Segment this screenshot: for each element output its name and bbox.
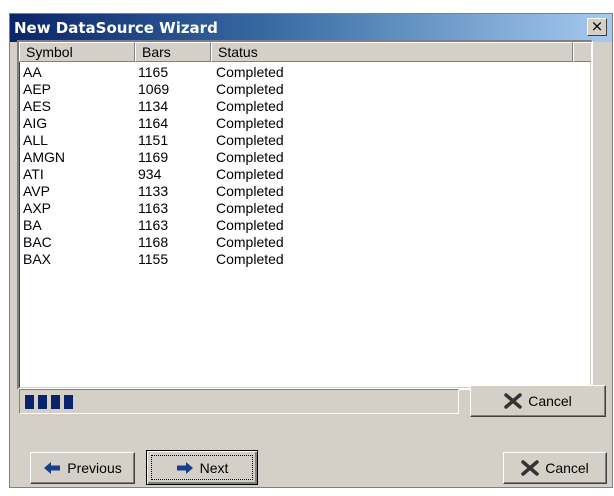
column-header-symbol[interactable]: Symbol [19, 42, 135, 62]
window-title: New DataSource Wizard [14, 19, 218, 37]
symbol-cell: ALL [23, 132, 48, 148]
status-cell: Completed [216, 200, 284, 216]
symbol-cell: AVP [23, 183, 50, 199]
status-cell: Completed [216, 132, 284, 148]
table-row[interactable]: BAC 1168 Completed [19, 234, 579, 251]
status-cell: Completed [216, 234, 284, 250]
status-cell: Completed [216, 98, 284, 114]
bars-cell: 1169 [138, 149, 169, 165]
table-row[interactable]: AMGN 1169 Completed [19, 149, 579, 166]
symbol-cell: AXP [23, 200, 52, 216]
bars-cell: 934 [138, 166, 162, 182]
symbol-cell: BAX [23, 251, 52, 267]
table-row[interactable]: BA 1163 Completed [19, 217, 579, 234]
previous-label: Previous [67, 460, 122, 476]
bars-cell: 1165 [138, 64, 169, 80]
next-label: Next [199, 459, 229, 476]
list-rows: AA 1165 Completed AEP 1069 Completed AES 1134 Co… [19, 64, 579, 268]
symbol-cell: ATI [23, 166, 44, 182]
status-cell: Completed [216, 251, 284, 267]
close-icon: × [590, 17, 604, 35]
progress-block [38, 395, 47, 409]
bars-cell: 1069 [138, 81, 170, 97]
progress-cancel-button[interactable]: Cancel [470, 385, 606, 417]
close-button[interactable]: × [587, 18, 607, 36]
symbol-cell: AA [23, 64, 42, 80]
progress-block [51, 395, 60, 409]
progress-cancel-label: Cancel [528, 393, 572, 409]
symbol-cell: BA [23, 217, 42, 233]
bars-cell: 1163 [138, 217, 169, 233]
status-cell: Completed [216, 166, 284, 182]
bars-cell: 1134 [138, 98, 169, 114]
column-header-filler [573, 42, 591, 62]
arrow-left-icon [43, 460, 61, 476]
symbol-cell: AMGN [23, 149, 65, 165]
table-row[interactable]: AES 1134 Completed [19, 98, 579, 115]
cancel-label: Cancel [545, 460, 589, 476]
table-row[interactable]: ALL 1151 Completed [19, 132, 579, 149]
x-icon [504, 393, 522, 409]
x-icon [521, 460, 539, 476]
symbol-cell: AIG [23, 115, 48, 131]
table-row[interactable]: AA 1165 Completed [19, 64, 579, 81]
table-row[interactable]: ATI 934 Completed [19, 166, 579, 183]
status-cell: Completed [216, 81, 284, 97]
bars-cell: 1151 [138, 132, 169, 148]
progress-bar [19, 389, 459, 414]
table-row[interactable]: AEP 1069 Completed [19, 81, 579, 98]
bars-cell: 1168 [138, 234, 169, 250]
status-cell: Completed [216, 217, 284, 233]
bars-cell: 1133 [138, 183, 169, 199]
table-row[interactable]: BAX 1155 Completed [19, 251, 579, 268]
previous-button[interactable]: Previous [30, 452, 135, 484]
status-cell: Completed [216, 64, 284, 80]
symbol-cell: AEP [23, 81, 52, 97]
symbol-list[interactable]: Symbol Bars Status AA 1165 Completed AEP 106… [17, 40, 593, 390]
status-cell: Completed [216, 183, 284, 199]
table-row[interactable]: AVP 1133 Completed [19, 183, 579, 200]
progress-block [25, 395, 34, 409]
cancel-button[interactable]: Cancel [503, 452, 607, 484]
column-header-status[interactable]: Status [211, 42, 573, 62]
bars-cell: 1164 [138, 115, 169, 131]
symbol-cell: BAC [23, 234, 52, 250]
progress-block [64, 395, 73, 409]
title-bar[interactable]: New DataSource Wizard × [10, 14, 612, 42]
table-row[interactable]: AXP 1163 Completed [19, 200, 579, 217]
table-row[interactable]: AIG 1164 Completed [19, 115, 579, 132]
list-header: Symbol Bars Status [19, 42, 591, 62]
arrow-right-icon [176, 460, 194, 476]
bars-cell: 1155 [138, 251, 169, 267]
next-button[interactable]: Next [146, 450, 258, 485]
status-cell: Completed [216, 115, 284, 131]
column-header-bars[interactable]: Bars [135, 42, 211, 62]
bars-cell: 1163 [138, 200, 169, 216]
status-cell: Completed [216, 149, 284, 165]
symbol-cell: AES [23, 98, 52, 114]
